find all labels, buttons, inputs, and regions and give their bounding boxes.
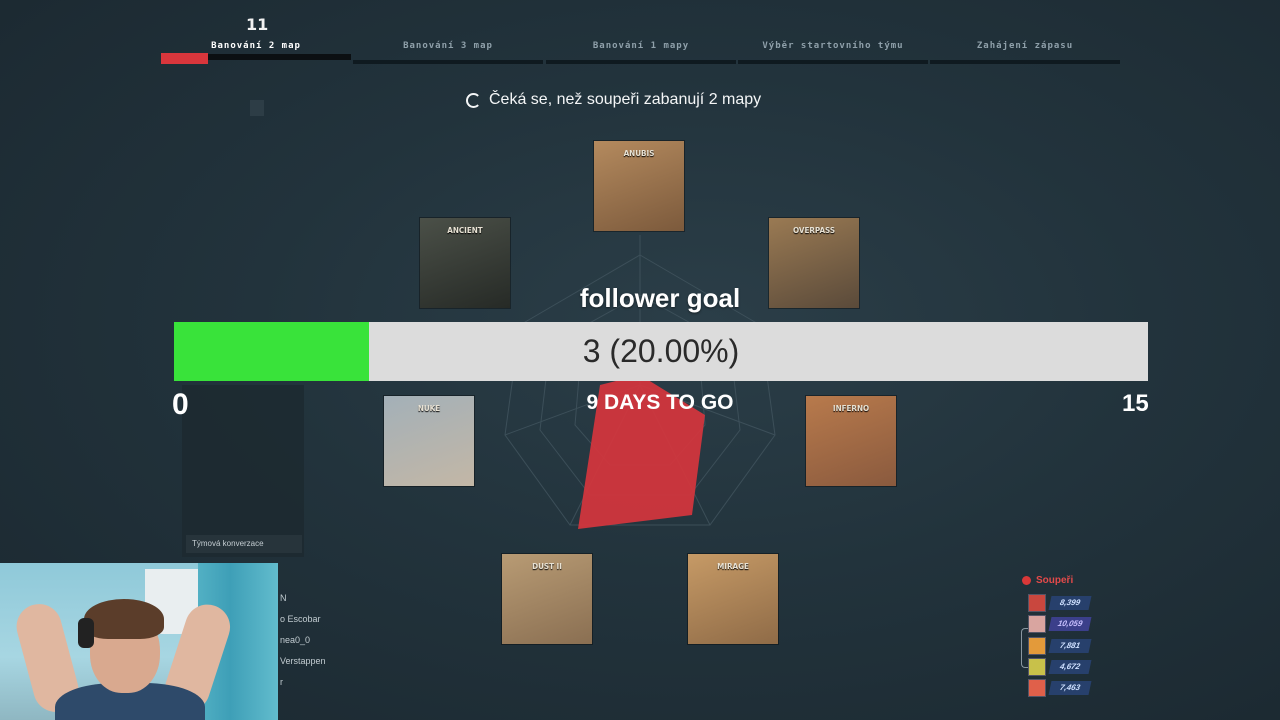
follower-goal-value: 3 (20.00%) — [582, 333, 740, 369]
opponent-avatar — [1028, 679, 1046, 697]
team-player-name: nea0_0 — [280, 635, 311, 645]
follower-goal-title: follower goal — [579, 283, 741, 313]
phase-track-4 — [738, 60, 928, 64]
opponents-dot-icon — [1022, 576, 1031, 585]
follower-goal-max: 15 — [1122, 390, 1149, 417]
follower-goal-min: 0 — [172, 388, 189, 421]
team-player-name: r — [280, 677, 283, 687]
map-name: NUKE — [417, 404, 441, 413]
phase-track-3 — [546, 60, 736, 64]
opponent-avatar — [1028, 594, 1046, 612]
follower-goal-bar: 3 (20.00%) — [174, 322, 1148, 381]
map-name: OVERPASS — [792, 226, 836, 235]
opponents-header: Soupeři — [1022, 575, 1073, 586]
map-name: DUST II — [532, 562, 562, 571]
opponent-rank: 4,672 — [1048, 660, 1092, 674]
opponent-avatar — [1028, 637, 1046, 655]
opponent-row[interactable]: 8,399 — [1028, 594, 1092, 612]
phase-match-start: Zahájení zápasu — [976, 41, 1074, 51]
map-tile-ancient[interactable]: ANCIENT — [420, 218, 510, 308]
phase-track-2 — [353, 60, 543, 64]
team-chat-tab[interactable]: Týmová konverzace — [186, 535, 302, 553]
phase-ban-2-maps: Banování 2 map — [211, 41, 301, 51]
opponent-avatar — [1028, 615, 1046, 633]
webcam-feed — [0, 563, 278, 720]
ban-timer: 11 — [246, 15, 269, 34]
team-player-name: N — [280, 593, 287, 603]
opponent-rank: 7,463 — [1048, 681, 1092, 695]
party-bracket — [1021, 628, 1028, 668]
opponent-row[interactable]: 4,672 — [1028, 658, 1092, 676]
team-chat-panel — [182, 385, 304, 557]
opponents-title: Soupeři — [1036, 575, 1074, 586]
headset-icon — [78, 618, 94, 648]
map-name: MIRAGE — [717, 562, 749, 571]
team-player-name: Verstappen — [280, 656, 326, 666]
status-text: Čeká se, než soupeři zabanují 2 mapy — [489, 91, 762, 108]
opponent-rank: 8,399 — [1048, 596, 1092, 610]
team-player-name: o Escobar — [280, 614, 321, 624]
loading-spinner-icon — [466, 92, 481, 108]
phase-ban-1-map: Banování 1 mapy — [592, 41, 690, 51]
map-name: ANUBIS — [623, 149, 655, 158]
phase-track-5 — [930, 60, 1120, 64]
opponent-row[interactable]: 7,463 — [1028, 679, 1092, 697]
streamer-hair — [84, 599, 164, 639]
phase-ban-3-maps: Banování 3 map — [403, 41, 493, 51]
status-message: Čeká se, než soupeři zabanují 2 mapy — [466, 91, 761, 109]
map-tile-nuke[interactable]: NUKE — [384, 396, 474, 486]
opponent-row[interactable]: 7,881 — [1028, 637, 1092, 655]
map-tile-mirage[interactable]: MIRAGE — [688, 554, 778, 644]
map-tile-dust2[interactable]: DUST II — [502, 554, 592, 644]
map-tile-overpass[interactable]: OVERPASS — [769, 218, 859, 308]
map-tile-inferno[interactable]: INFERNO — [806, 396, 896, 486]
map-tile-anubis[interactable]: ANUBIS — [594, 141, 684, 231]
map-name: ANCIENT — [447, 226, 483, 235]
phase-starting-team: Výběr startovního týmu — [762, 41, 904, 51]
opponent-row[interactable]: 10,059 — [1028, 615, 1092, 633]
reflection-box — [250, 100, 264, 116]
opponent-rank: 7,881 — [1048, 639, 1092, 653]
opponent-rank: 10,059 — [1048, 617, 1092, 631]
map-stats-radar — [504, 235, 776, 529]
follower-goal-days: 9 DAYS TO GO — [586, 391, 734, 414]
opponent-avatar — [1028, 658, 1046, 676]
map-name: INFERNO — [832, 404, 870, 413]
team-player-list: N o Escobar nea0_0 Verstappen r — [280, 593, 326, 698]
phase-progress-fill — [161, 53, 209, 64]
